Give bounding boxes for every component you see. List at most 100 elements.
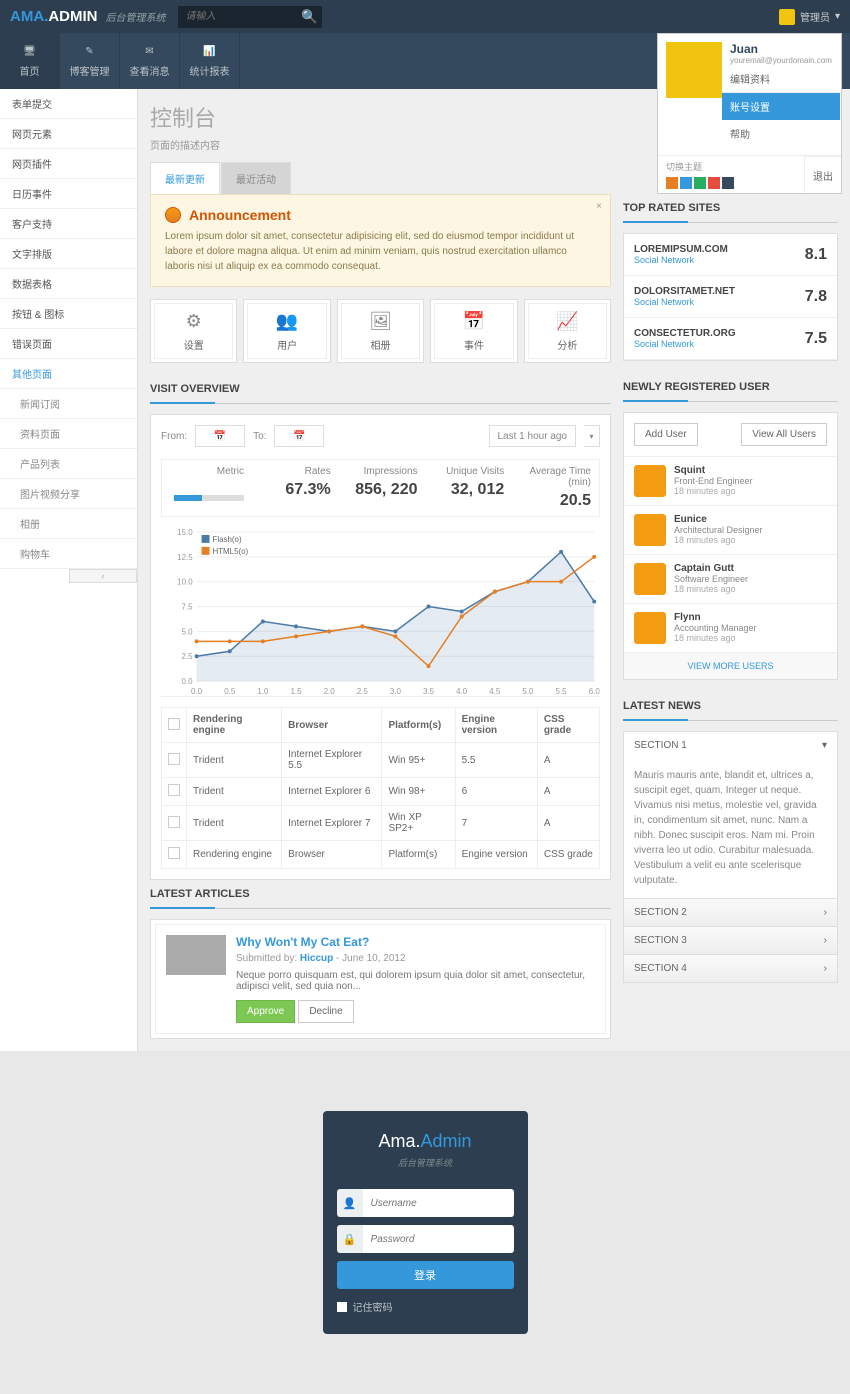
sidebar-item[interactable]: 按钮 & 图标 — [0, 299, 137, 329]
svg-text:2.5: 2.5 — [182, 652, 194, 661]
user-menu-help[interactable]: 帮助 — [730, 120, 832, 147]
accordion-section[interactable]: SECTION 3› — [623, 926, 838, 955]
approve-button[interactable]: Approve — [236, 1000, 295, 1023]
metric-slider[interactable] — [174, 495, 244, 501]
topbar: AMA.ADMIN 后台管理系统 🔍 管理员▾ — [0, 0, 850, 33]
theme-label: 切换主题 — [658, 156, 804, 173]
article-thumb — [166, 935, 226, 975]
svg-text:0.0: 0.0 — [182, 677, 194, 686]
svg-text:5.0: 5.0 — [522, 687, 534, 696]
user-menu-settings[interactable]: 账号设置 — [722, 92, 840, 120]
svg-text:Flash(o): Flash(o) — [212, 535, 241, 544]
user-menu[interactable]: 管理员▾ — [779, 9, 840, 25]
nav-messages[interactable]: ✉查看消息 — [120, 33, 180, 89]
svg-text:1.0: 1.0 — [257, 687, 269, 696]
login-panel: Ama.Admin 后台管理系统 👤 🔒 登录 记住密码 — [323, 1111, 528, 1334]
view-all-users-button[interactable]: View All Users — [741, 423, 827, 446]
accordion-section[interactable]: SECTION 2› — [623, 898, 838, 927]
remember-checkbox[interactable] — [337, 1302, 347, 1312]
sidebar-item[interactable]: 表单提交 — [0, 89, 137, 119]
to-date[interactable]: 📅 — [274, 425, 324, 447]
user-menu-edit[interactable]: 编辑资料 — [730, 65, 832, 92]
sidebar-subitem[interactable]: 图片视频分享 — [0, 479, 137, 509]
site-row[interactable]: LOREMIPSUM.COMSocial Network8.1 — [624, 234, 837, 276]
tile-analytics[interactable]: 📈分析 — [524, 299, 611, 363]
sidebar-item[interactable]: 文字排版 — [0, 239, 137, 269]
accordion-section[interactable]: SECTION 4› — [623, 954, 838, 983]
section-news: LATEST NEWS — [623, 692, 838, 721]
sidebar-item[interactable]: 日历事件 — [0, 179, 137, 209]
site-row[interactable]: DOLORSITAMET.NETSocial Network7.8 — [624, 276, 837, 318]
data-table: Rendering engineBrowserPlatform(s)Engine… — [161, 707, 600, 869]
add-user-button[interactable]: Add User — [634, 423, 698, 446]
user-row[interactable]: SquintFront-End Engineer18 minutes ago — [624, 457, 837, 506]
section-articles: LATEST ARTICLES — [150, 880, 611, 909]
logo: AMA.ADMIN — [10, 8, 98, 25]
avatar — [666, 42, 722, 98]
svg-text:4.5: 4.5 — [489, 687, 501, 696]
to-label: To: — [253, 431, 266, 442]
from-date[interactable]: 📅 — [195, 425, 245, 447]
svg-text:0.0: 0.0 — [191, 687, 203, 696]
close-icon[interactable]: × — [596, 201, 602, 212]
tile-events[interactable]: 📅事件 — [430, 299, 517, 363]
lock-icon: 🔒 — [337, 1225, 363, 1253]
sidebar-item[interactable]: 客户支持 — [0, 209, 137, 239]
sidebar: 表单提交 网页元素 网页插件 日历事件 客户支持 文字排版 数据表格 按钮 & … — [0, 89, 138, 1051]
monitor-icon: 🖥 — [21, 45, 39, 59]
logout[interactable]: 退出 — [804, 156, 841, 193]
chevron-down-icon: ▾ — [822, 740, 827, 751]
svg-text:6.0: 6.0 — [589, 687, 600, 696]
accordion-section[interactable]: SECTION 1▾ — [623, 731, 838, 759]
announcement-icon — [165, 207, 181, 223]
sidebar-subitem[interactable]: 相册 — [0, 509, 137, 539]
chart-icon: 📊 — [201, 45, 219, 59]
login-button[interactable]: 登录 — [337, 1261, 514, 1289]
tile-settings[interactable]: ⚙设置 — [150, 299, 237, 363]
user-row[interactable]: Captain GuttSoftware Engineer18 minutes … — [624, 555, 837, 604]
tab-latest[interactable]: 最新更新 — [150, 162, 220, 194]
sidebar-collapse[interactable]: ‹ — [69, 569, 137, 583]
range-select[interactable]: Last 1 hour ago — [489, 425, 577, 447]
chevron-down-icon[interactable]: ▾ — [584, 425, 600, 447]
chevron-right-icon: › — [824, 963, 827, 974]
chevron-right-icon: › — [824, 907, 827, 918]
tab-recent[interactable]: 最近活动 — [221, 162, 291, 194]
tile-gallery[interactable]: 🖼相册 — [337, 299, 424, 363]
nav-stats[interactable]: 📊统计报表 — [180, 33, 240, 89]
tile-users[interactable]: 👥用户 — [243, 299, 330, 363]
sidebar-item[interactable]: 错误页面 — [0, 329, 137, 359]
avatar — [779, 9, 795, 25]
decline-button[interactable]: Decline — [298, 1000, 353, 1023]
user-row[interactable]: EuniceArchitectural Designer18 minutes a… — [624, 506, 837, 555]
users-icon: 👥 — [276, 311, 298, 332]
sidebar-subitem[interactable]: 产品列表 — [0, 449, 137, 479]
username-input[interactable] — [363, 1189, 514, 1217]
view-more-link[interactable]: VIEW MORE USERS — [624, 653, 837, 679]
nav-home[interactable]: 🖥首页 — [0, 33, 60, 89]
nav-blog[interactable]: ✎博客管理 — [60, 33, 120, 89]
sidebar-subitem[interactable]: 新闻订阅 — [0, 389, 137, 419]
sidebar-item[interactable]: 网页插件 — [0, 149, 137, 179]
article-title[interactable]: Why Won't My Cat Eat? — [236, 935, 595, 949]
svg-text:HTML5(o): HTML5(o) — [212, 547, 248, 556]
sidebar-subitem[interactable]: 购物车 — [0, 539, 137, 569]
svg-text:2.0: 2.0 — [324, 687, 336, 696]
chart-icon: 📈 — [556, 311, 578, 332]
section-topsites: TOP RATED SITES — [623, 194, 838, 223]
sidebar-subitem[interactable]: 资料页面 — [0, 419, 137, 449]
sidebar-item[interactable]: 数据表格 — [0, 269, 137, 299]
search-input[interactable] — [178, 6, 298, 28]
site-row[interactable]: CONSECTETUR.ORGSocial Network7.5 — [624, 318, 837, 360]
password-input[interactable] — [363, 1225, 514, 1253]
svg-text:0.5: 0.5 — [224, 687, 236, 696]
image-icon: 🖼 — [369, 311, 392, 332]
visit-chart: 0.02.55.07.510.012.515.00.00.51.01.52.02… — [161, 527, 600, 697]
sidebar-item[interactable]: 网页元素 — [0, 119, 137, 149]
user-row[interactable]: FlynnAccounting Manager18 minutes ago — [624, 604, 837, 653]
sidebar-item[interactable]: 其他页面 — [0, 359, 137, 389]
svg-text:15.0: 15.0 — [177, 528, 193, 537]
theme-picker[interactable] — [658, 173, 804, 193]
user-dropdown: Juan youremail@yourdomain.com 编辑资料 账号设置 … — [657, 33, 842, 194]
search-button[interactable]: 🔍 — [298, 6, 322, 28]
